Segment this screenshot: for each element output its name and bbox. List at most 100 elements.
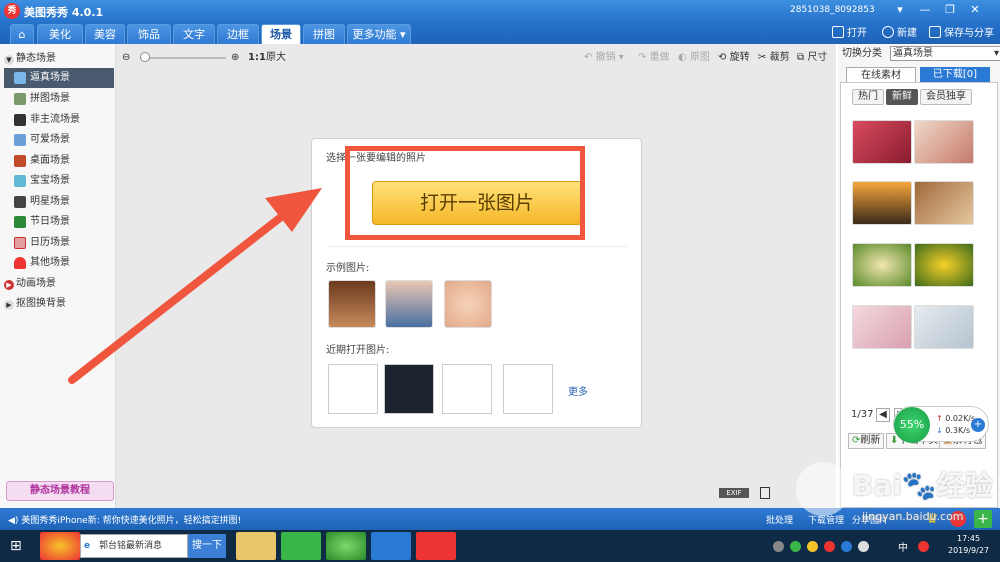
network-speed-widget: 55% ↑ 0.02K/s ↓ 0.3K/s + (893, 406, 989, 443)
scene-thumb-icon (14, 114, 26, 126)
speed-percent[interactable]: 55% (894, 407, 930, 443)
tray-icon[interactable] (773, 541, 784, 552)
category-select[interactable]: 逼真场景 ▾ (890, 46, 1000, 61)
tab-beautify[interactable]: 美化 (37, 24, 83, 44)
scene-thumb-icon (14, 72, 26, 84)
static-scene-tutorial-button[interactable]: 静态场景教程 (6, 481, 114, 501)
prev-page-icon[interactable]: ◀ (876, 408, 890, 422)
volume-icon[interactable] (858, 541, 869, 552)
zoom-ratio[interactable]: 1:1 (248, 50, 266, 66)
heart-icon (14, 257, 26, 269)
refresh-button[interactable]: ⟳刷新 (848, 433, 885, 449)
taskbar-search-input[interactable]: e 郭台铭最新消息 (80, 534, 188, 558)
watermark-text: Bai🐾经验 (852, 469, 993, 502)
taskbar-search-button[interactable]: 搜一下 (188, 534, 226, 558)
account-id[interactable]: 2851038_8092853 (790, 5, 875, 15)
resize-icon: ⧉ (797, 52, 805, 63)
filter-hot[interactable]: 热门 (852, 89, 884, 105)
close-icon[interactable]: ✕ (965, 2, 985, 18)
original-size-button[interactable]: 原大 (266, 50, 286, 66)
tray-icon[interactable] (918, 541, 929, 552)
tab-collage[interactable]: 拼图 (303, 24, 345, 44)
material-thumb[interactable] (914, 181, 974, 225)
tray-icon[interactable] (824, 541, 835, 552)
zoom-slider-handle[interactable] (140, 52, 150, 62)
zoom-in-icon[interactable]: ⊕ (231, 50, 239, 66)
taskbar-app-icon[interactable] (40, 532, 80, 560)
material-thumb[interactable] (852, 243, 912, 287)
news-ticker[interactable]: ◀) 美图秀秀iPhone新: 帮你快速美化照片，轻松搞定拼图! (8, 513, 241, 526)
highlight-box (345, 146, 585, 240)
sidebar-item-cute[interactable]: 可爱场景 (4, 130, 114, 150)
tray-icon[interactable] (790, 541, 801, 552)
material-thumb[interactable] (852, 120, 912, 164)
upload-arrow-icon: ↑ (936, 414, 943, 423)
annotation-arrow (68, 188, 322, 384)
sidebar-item-desktop[interactable]: 桌面场景 (4, 151, 114, 171)
tab-more-features[interactable]: 更多功能 ▾ (347, 24, 411, 44)
filter-new[interactable]: 新鲜 (886, 89, 918, 105)
size-button[interactable]: ⧉ 尺寸 (797, 51, 827, 65)
sidebar-item-alt[interactable]: 非主流场景 (4, 110, 114, 130)
sidebar-group-static[interactable]: ▼ 静态场景 (4, 50, 56, 68)
sidebar-group-cutout[interactable]: ▶ 抠图换背景 (4, 295, 66, 313)
tab-downloaded[interactable]: 已下载[0] (920, 67, 990, 82)
sidebar-item-realistic[interactable]: 逼真场景 (4, 68, 114, 88)
file-explorer-icon[interactable] (236, 532, 276, 560)
tab-frame[interactable]: 边框 (217, 24, 259, 44)
speed-boost-icon[interactable]: + (971, 418, 985, 432)
minimize-icon[interactable]: — (915, 2, 935, 18)
tab-scene[interactable]: 场景 (261, 24, 301, 44)
baidu-icon[interactable] (371, 532, 411, 560)
scene-thumb-icon (14, 196, 26, 208)
ime-indicator[interactable]: 中 (898, 539, 908, 554)
original-button[interactable]: ◐ 原图 (678, 51, 710, 65)
material-thumb[interactable] (852, 181, 912, 225)
new-button[interactable]: 新建 (882, 26, 917, 41)
tab-text[interactable]: 文字 (173, 24, 215, 44)
windows-start-icon[interactable]: ⊞ (10, 538, 26, 554)
tray-icon[interactable] (841, 541, 852, 552)
meitu-taskbar-icon[interactable] (416, 532, 456, 560)
redo-button[interactable]: ↷ 重做 (638, 51, 670, 65)
taskbar-clock[interactable]: 17:45 2019/9/27 (948, 533, 989, 557)
tab-online-material[interactable]: 在线素材 (846, 67, 916, 82)
recent-image-2[interactable] (384, 364, 434, 414)
filter-vip[interactable]: 会员独享 (920, 89, 972, 105)
app-title: 美图秀秀 4.0.1 (24, 6, 104, 19)
open-button[interactable]: 打开 (832, 26, 867, 41)
browser-360-icon[interactable] (326, 532, 366, 560)
maximize-icon[interactable]: ❐ (940, 2, 960, 18)
sample-image-baby[interactable] (444, 280, 492, 328)
recent-image-3[interactable] (442, 364, 492, 414)
divider (326, 246, 628, 247)
material-thumb[interactable] (852, 305, 912, 349)
material-thumb[interactable] (914, 243, 974, 287)
material-thumb[interactable] (914, 120, 974, 164)
home-icon: ⌂ (18, 28, 26, 41)
crop-button[interactable]: ✂ 裁剪 (758, 51, 790, 65)
scene-thumb-icon (14, 175, 26, 187)
tab-beauty[interactable]: 美容 (85, 24, 125, 44)
plus-icon (882, 26, 894, 38)
sidebar-item-collage[interactable]: 拼图场景 (4, 89, 114, 109)
zoom-slider[interactable] (144, 57, 226, 59)
menu-dropdown-icon[interactable]: ▾ (890, 2, 910, 18)
undo-button[interactable]: ↶ 撤销 ▾ (584, 51, 624, 65)
zoom-out-icon[interactable]: ⊖ (122, 50, 130, 66)
rotate-button[interactable]: ⟲ 旋转 (718, 51, 750, 65)
compare-view-icon[interactable] (760, 487, 770, 499)
sidebar-group-animated[interactable]: ▶ 动画场景 (4, 275, 56, 293)
save-share-button[interactable]: 保存与分享 (929, 26, 994, 41)
tab-accessories[interactable]: 饰品 (127, 24, 171, 44)
exif-badge[interactable]: EXIF (719, 488, 749, 498)
scene-thumb-icon (14, 155, 26, 167)
sample-image-girl-denim[interactable] (385, 280, 433, 328)
home-tab[interactable]: ⌂ (10, 24, 34, 44)
more-recent-link[interactable]: 更多 (568, 383, 588, 398)
material-thumb[interactable] (914, 305, 974, 349)
redo-icon: ↷ (638, 52, 647, 63)
recent-image-4[interactable] (503, 364, 553, 414)
tray-icon[interactable] (807, 541, 818, 552)
store-icon[interactable] (281, 532, 321, 560)
